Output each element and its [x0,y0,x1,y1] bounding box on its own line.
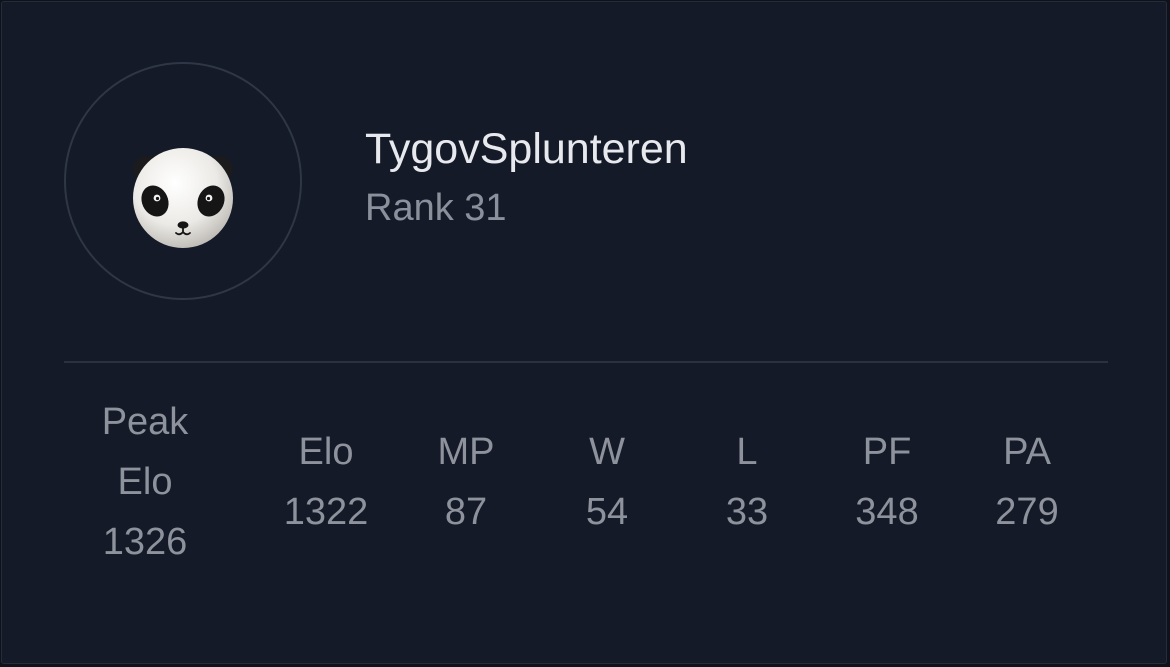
stat-losses: L 33 [687,422,807,542]
username: TygovSplunteren [365,125,688,173]
stat-peak-elo: Peak Elo 1326 [70,392,220,572]
stat-label: Peak [101,401,189,443]
stat-value: 348 [855,491,919,533]
stat-value: 1322 [283,491,369,533]
stat-matches-played: MP 87 [406,422,526,542]
stat-elo: Elo 1322 [256,422,396,542]
stat-value: 87 [444,491,488,533]
stat-value: 33 [725,491,769,533]
stat-label: PA [1003,431,1051,473]
stat-value: 54 [585,491,629,533]
rank-label: Rank 31 [365,187,507,229]
stat-label: Elo [298,431,354,473]
panda-icon [133,148,233,248]
stat-points-for: PF 348 [827,422,947,542]
stat-label: W [589,431,625,473]
stat-value: 1326 [102,521,188,563]
stat-label: PF [862,431,912,473]
divider [64,361,1108,363]
stat-label: MP [437,431,495,473]
stat-label: Elo [117,461,173,503]
stat-wins: W 54 [547,422,667,542]
stat-label: L [736,431,758,473]
player-card: TygovSplunteren Rank 31 Peak Elo 1326 El… [1,1,1167,664]
stat-value: 279 [995,491,1059,533]
stat-points-against: PA 279 [967,422,1087,542]
